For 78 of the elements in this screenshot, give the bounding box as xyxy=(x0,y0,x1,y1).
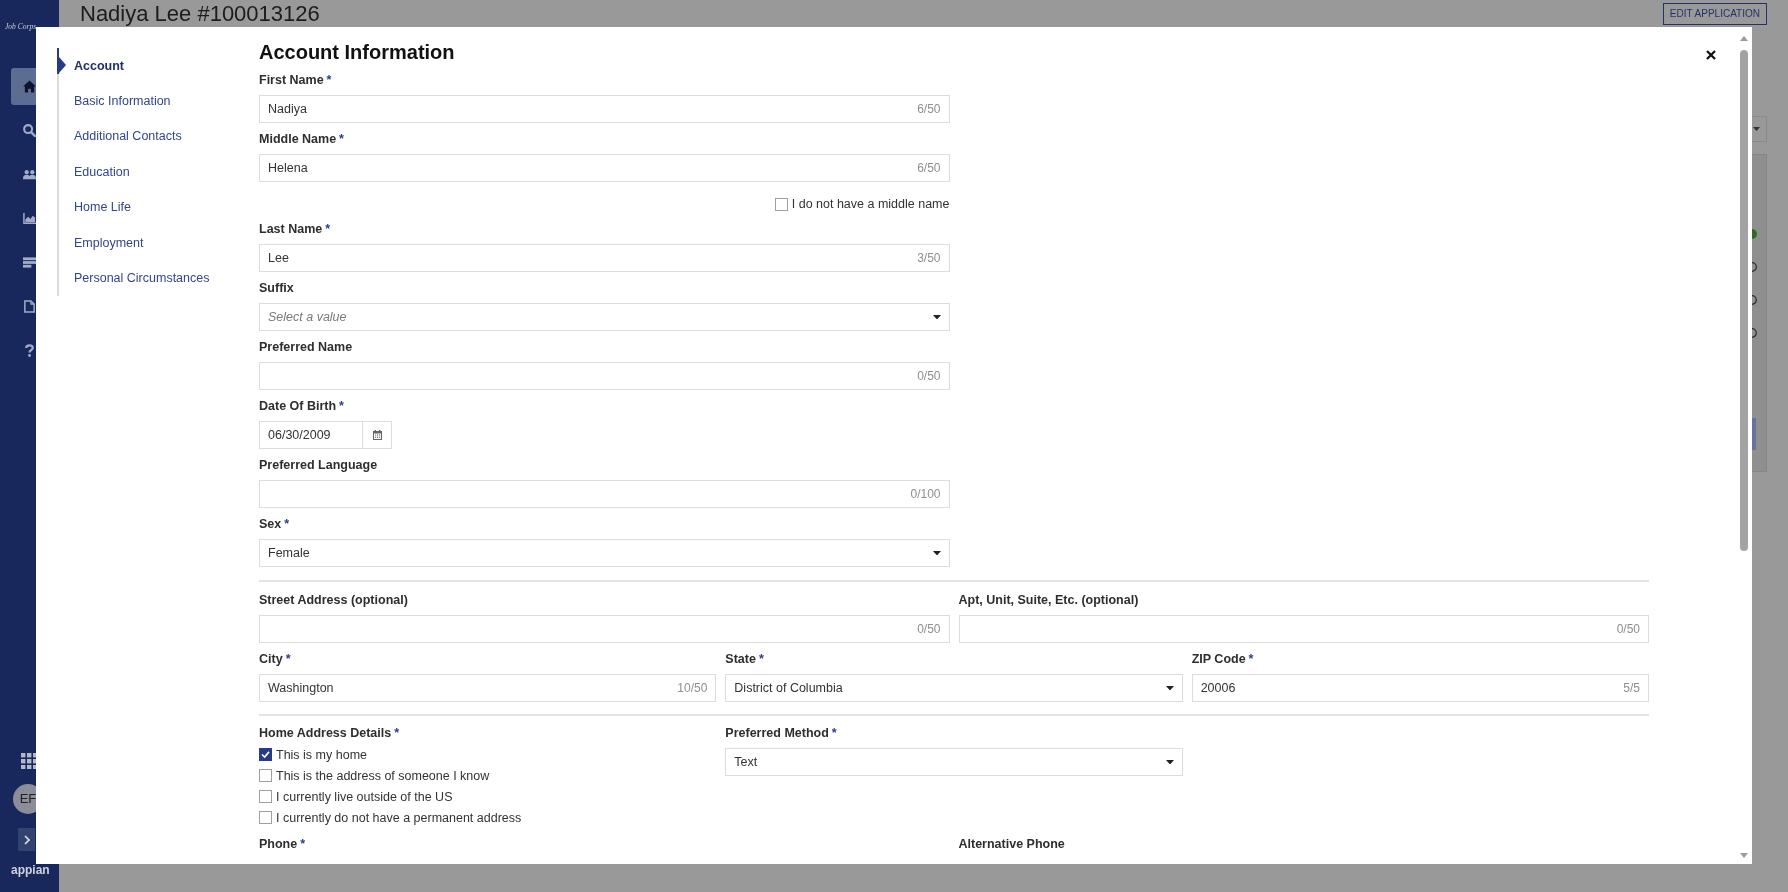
edit-application-button[interactable]: EDIT APPLICATION xyxy=(1662,3,1767,25)
section-link[interactable]: Additional Contacts xyxy=(74,129,182,144)
input-field[interactable]: Nadiya 6/50 xyxy=(259,95,950,123)
field-label: Apt, Unit, Suite, Etc. (optional) xyxy=(958,592,1140,608)
field-label: Suffix xyxy=(259,280,295,296)
dropdown-field[interactable]: Text xyxy=(725,748,1183,776)
home-icon xyxy=(23,80,36,93)
character-counter: 6/50 xyxy=(917,161,941,175)
area-chart-icon xyxy=(23,212,36,225)
input-field[interactable]: 20006 5/5 xyxy=(1191,674,1649,702)
date-field[interactable]: 06/30/2009 xyxy=(259,421,392,449)
character-counter: 6/50 xyxy=(917,102,941,116)
field-label: Preferred Method * xyxy=(725,725,838,741)
character-counter: 0/50 xyxy=(917,369,941,383)
scroll-down-icon[interactable] xyxy=(1740,853,1748,858)
section-link[interactable]: Account xyxy=(74,58,124,73)
checkbox[interactable] xyxy=(774,197,788,211)
input-field[interactable]: Lee 3/50 xyxy=(259,244,950,272)
caret-icon xyxy=(932,314,941,320)
field-label: Alternative Phone xyxy=(958,836,1066,852)
field-label: Home Address Details * xyxy=(259,725,401,741)
character-counter: 0/50 xyxy=(917,622,941,636)
caret-icon xyxy=(1165,685,1174,691)
section-link[interactable]: Home Life xyxy=(74,200,131,215)
page-title: Nadiya Lee #100013126 xyxy=(80,1,320,27)
brand-logo-text: appian xyxy=(11,863,50,877)
help-icon xyxy=(23,344,36,357)
field-label: Phone * xyxy=(259,836,307,852)
expand-button[interactable] xyxy=(18,828,35,851)
section-link[interactable]: Employment xyxy=(74,235,144,250)
checkbox-label: This is my home xyxy=(276,747,367,762)
dropdown-field[interactable]: Select a value xyxy=(259,303,950,331)
form-title: Account Information xyxy=(259,40,456,64)
search-icon xyxy=(23,124,36,137)
character-counter: 5/5 xyxy=(1623,681,1640,695)
character-counter: 10/50 xyxy=(677,681,708,695)
chevron-right-icon xyxy=(23,834,30,845)
list-icon xyxy=(23,256,36,269)
document-icon xyxy=(23,300,36,313)
input-field[interactable]: Washington 10/50 xyxy=(259,674,717,702)
dropdown-field[interactable]: District of Columbia xyxy=(725,674,1183,702)
field-label: Street Address (optional) xyxy=(259,592,409,608)
field-label: Last Name * xyxy=(259,221,332,237)
checkbox[interactable] xyxy=(259,811,272,824)
close-icon[interactable] xyxy=(1706,50,1716,60)
checkbox-label: I do not have a middle name xyxy=(791,197,950,211)
caret-icon xyxy=(1753,127,1760,131)
checkbox[interactable] xyxy=(259,748,272,761)
scroll-up-icon[interactable] xyxy=(1740,36,1748,41)
checkbox-label: I currently live outside of the US xyxy=(276,789,453,804)
scrollbar-thumb[interactable] xyxy=(1740,50,1748,551)
active-marker-icon xyxy=(57,48,66,74)
character-counter: 0/100 xyxy=(910,487,941,501)
field-label: Preferred Language xyxy=(259,457,379,473)
checkbox[interactable] xyxy=(259,790,272,803)
caret-icon xyxy=(1165,759,1174,765)
calendar-icon[interactable] xyxy=(372,430,382,440)
field-label: State * xyxy=(725,651,765,667)
input-field[interactable]: Helena 6/50 xyxy=(259,154,950,182)
people-icon xyxy=(23,168,36,181)
field-label: ZIP Code * xyxy=(1191,651,1255,667)
checkbox-label: This is the address of someone I know xyxy=(276,768,490,783)
checkbox[interactable] xyxy=(259,769,272,782)
section-link[interactable]: Education xyxy=(74,164,130,179)
character-counter: 3/50 xyxy=(917,251,941,265)
section-link[interactable]: Basic Information xyxy=(74,94,171,109)
field-label: First Name * xyxy=(259,72,333,88)
field-label: Sex * xyxy=(259,516,291,532)
section-link[interactable]: Personal Circumstances xyxy=(74,271,210,286)
dropdown-field[interactable]: Female xyxy=(259,539,950,567)
field-label: Preferred Name xyxy=(259,339,354,355)
nav-button[interactable] xyxy=(11,68,36,105)
field-label: Date Of Birth * xyxy=(259,398,345,414)
field-label: Middle Name * xyxy=(259,131,345,147)
checkbox-label: I currently do not have a permanent address xyxy=(276,810,522,825)
field-label: City * xyxy=(259,651,292,667)
character-counter: 0/50 xyxy=(1616,622,1640,636)
caret-icon xyxy=(932,550,941,556)
